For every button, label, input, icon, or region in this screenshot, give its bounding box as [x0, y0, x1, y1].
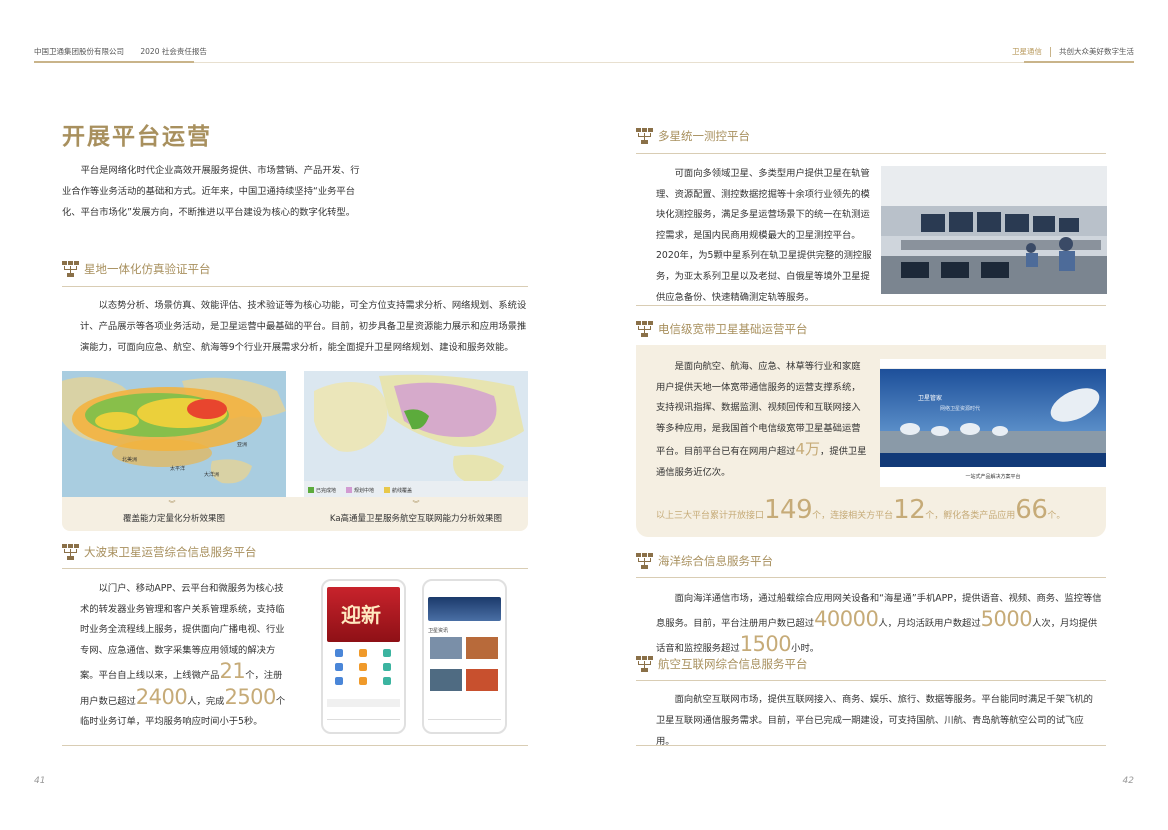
map1-label-4: 大洋洲 — [204, 472, 220, 478]
section-divider — [636, 153, 1106, 154]
section-divider — [636, 680, 1106, 681]
section-divider — [636, 577, 1106, 578]
header-rule-left — [194, 62, 584, 63]
section-divider — [62, 568, 528, 569]
coverage-map-image: 北美洲 太平洋 亚洲 大洋洲 — [62, 371, 286, 497]
website-footer-text: 一站式产品解决方案平台 — [965, 474, 1021, 480]
simulation-paragraph: 以态势分析、场景仿真、效能评估、技术验证等为核心功能，可全方位支持需求分析、网络… — [80, 300, 527, 353]
map1-label-3: 亚洲 — [237, 442, 248, 448]
map1-label-1: 北美洲 — [122, 457, 138, 463]
section-heading-wide-beam: 大波束卫星运营综合信息服务平台 — [62, 544, 257, 560]
stat-maritime-users: 40000 — [814, 607, 879, 631]
stat-online-users: 4万 — [795, 440, 821, 459]
section-divider — [62, 745, 528, 746]
header-accent-left — [34, 61, 194, 63]
stat-service-hours: 1500 — [739, 632, 792, 656]
header-brand: 卫星通信 — [1012, 47, 1042, 56]
section-heading-maritime: 海洋综合信息服务平台 — [636, 553, 773, 569]
ttc-paragraph: 可面向多领域卫星、多类型用户提供卫星在轨管理、资源配置、测控数据挖掘等十余项行业… — [656, 168, 872, 303]
section-title: 多星统一测控平台 — [658, 129, 750, 143]
network-icon — [636, 553, 654, 569]
chevron-down-icon: ︾ — [412, 500, 420, 508]
map1-label-2: 太平洋 — [170, 466, 186, 472]
network-icon — [62, 544, 80, 560]
network-icon — [636, 321, 654, 337]
website-screenshot: 卫星管家 网络卫星资源时代 一站式产品解决方案平台 — [880, 359, 1106, 487]
section-divider — [636, 305, 1106, 306]
section-heading-broadband: 电信级宽带卫星基础运营平台 — [636, 321, 808, 337]
map2-caption: Ka高通量卫星服务航空互联网能力分析效果图 — [329, 514, 503, 524]
stat-users: 2400 — [135, 684, 188, 709]
section-title: 电信级宽带卫星基础运营平台 — [658, 322, 808, 336]
phone1-banner-text: 迎新 — [341, 603, 381, 627]
page-number-right: 42 — [1122, 776, 1134, 786]
map2-legend-3: 航线覆盖 — [392, 488, 413, 494]
section-divider — [636, 745, 1106, 746]
header-accent-right — [1024, 61, 1134, 63]
header-company: 中国卫通集团股份有限公司 — [34, 47, 124, 56]
wide-beam-paragraph: 以门户、移动APP、云平台和微服务为核心技术的转发器业务管理和客户关系管理系统，… — [80, 583, 286, 727]
section-title: 航空互联网综合信息服务平台 — [658, 657, 808, 671]
stat-active-users: 5000 — [980, 607, 1033, 631]
section-heading-tt-c: 多星统一测控平台 — [636, 128, 750, 144]
header-right: 卫星通信 共创大众美好数字生活 — [1012, 46, 1134, 57]
network-icon — [62, 261, 80, 277]
map2-legend-2: 规划中地 — [354, 488, 375, 494]
section-title: 海洋综合信息服务平台 — [658, 554, 773, 568]
section-heading-simulation: 星地一体化仿真验证平台 — [62, 261, 211, 277]
stat-apps: 66 — [1015, 495, 1048, 525]
network-icon — [636, 656, 654, 672]
header-report: 2020 社会责任报告 — [140, 47, 207, 56]
map2-legend-1: 已完成地 — [316, 488, 337, 494]
website-banner-subtitle: 网络卫星资源时代 — [940, 406, 981, 412]
section-title: 大波束卫星运营综合信息服务平台 — [84, 545, 257, 559]
stat-products: 21 — [219, 659, 246, 683]
stat-partner-platforms: 12 — [893, 495, 926, 525]
mobile-app-screenshot-1: 迎新 — [321, 579, 406, 734]
section-heading-aviation: 航空互联网综合信息服务平台 — [636, 656, 808, 672]
page-number-left: 41 — [34, 776, 46, 786]
stat-orders: 2500 — [224, 684, 276, 709]
broadband-paragraph: 是面向航空、航海、应急、林草等行业和家庭用户提供天地一体宽带通信服务的运营支撑系… — [656, 361, 867, 478]
stat-interfaces: 149 — [764, 495, 813, 525]
website-banner-title: 卫星管家 — [918, 395, 943, 402]
header-left: 中国卫通集团股份有限公司 2020 社会责任报告 — [34, 46, 221, 57]
intro-paragraph: 平台是网络化时代企业高效开展服务提供、市场营销、产品开发、行业合作等业务活动的基… — [62, 165, 360, 218]
control-room-photo — [881, 166, 1107, 294]
map1-caption: 覆盖能力定量化分析效果图 — [122, 514, 225, 524]
section-divider — [62, 286, 528, 287]
page-title: 开展平台运营 — [62, 124, 212, 150]
aviation-paragraph: 面向航空互联网市场，提供互联网接入、商务、娱乐、旅行、数据等服务。平台能同时满足… — [656, 694, 1093, 747]
phone2-section-title: 卫星资讯 — [428, 628, 449, 634]
maritime-paragraph: 面向海洋通信市场，通过船载综合应用网关设备和“海星通”手机APP，提供语音、视频… — [656, 593, 1102, 656]
header-slogan: 共创大众美好数字生活 — [1059, 47, 1134, 56]
section-title: 星地一体化仿真验证平台 — [84, 262, 211, 276]
mobile-app-screenshot-2: 卫星资讯 — [422, 579, 507, 734]
chevron-down-icon: ︾ — [168, 500, 176, 508]
network-icon — [636, 128, 654, 144]
platform-stats-line: 以上三大平台累计开放接口149个，连接相关方平台12个，孵化各类产品应用66个。 — [656, 495, 1066, 525]
aviation-coverage-map-image: 已完成地 规划中地 航线覆盖 — [304, 371, 528, 497]
